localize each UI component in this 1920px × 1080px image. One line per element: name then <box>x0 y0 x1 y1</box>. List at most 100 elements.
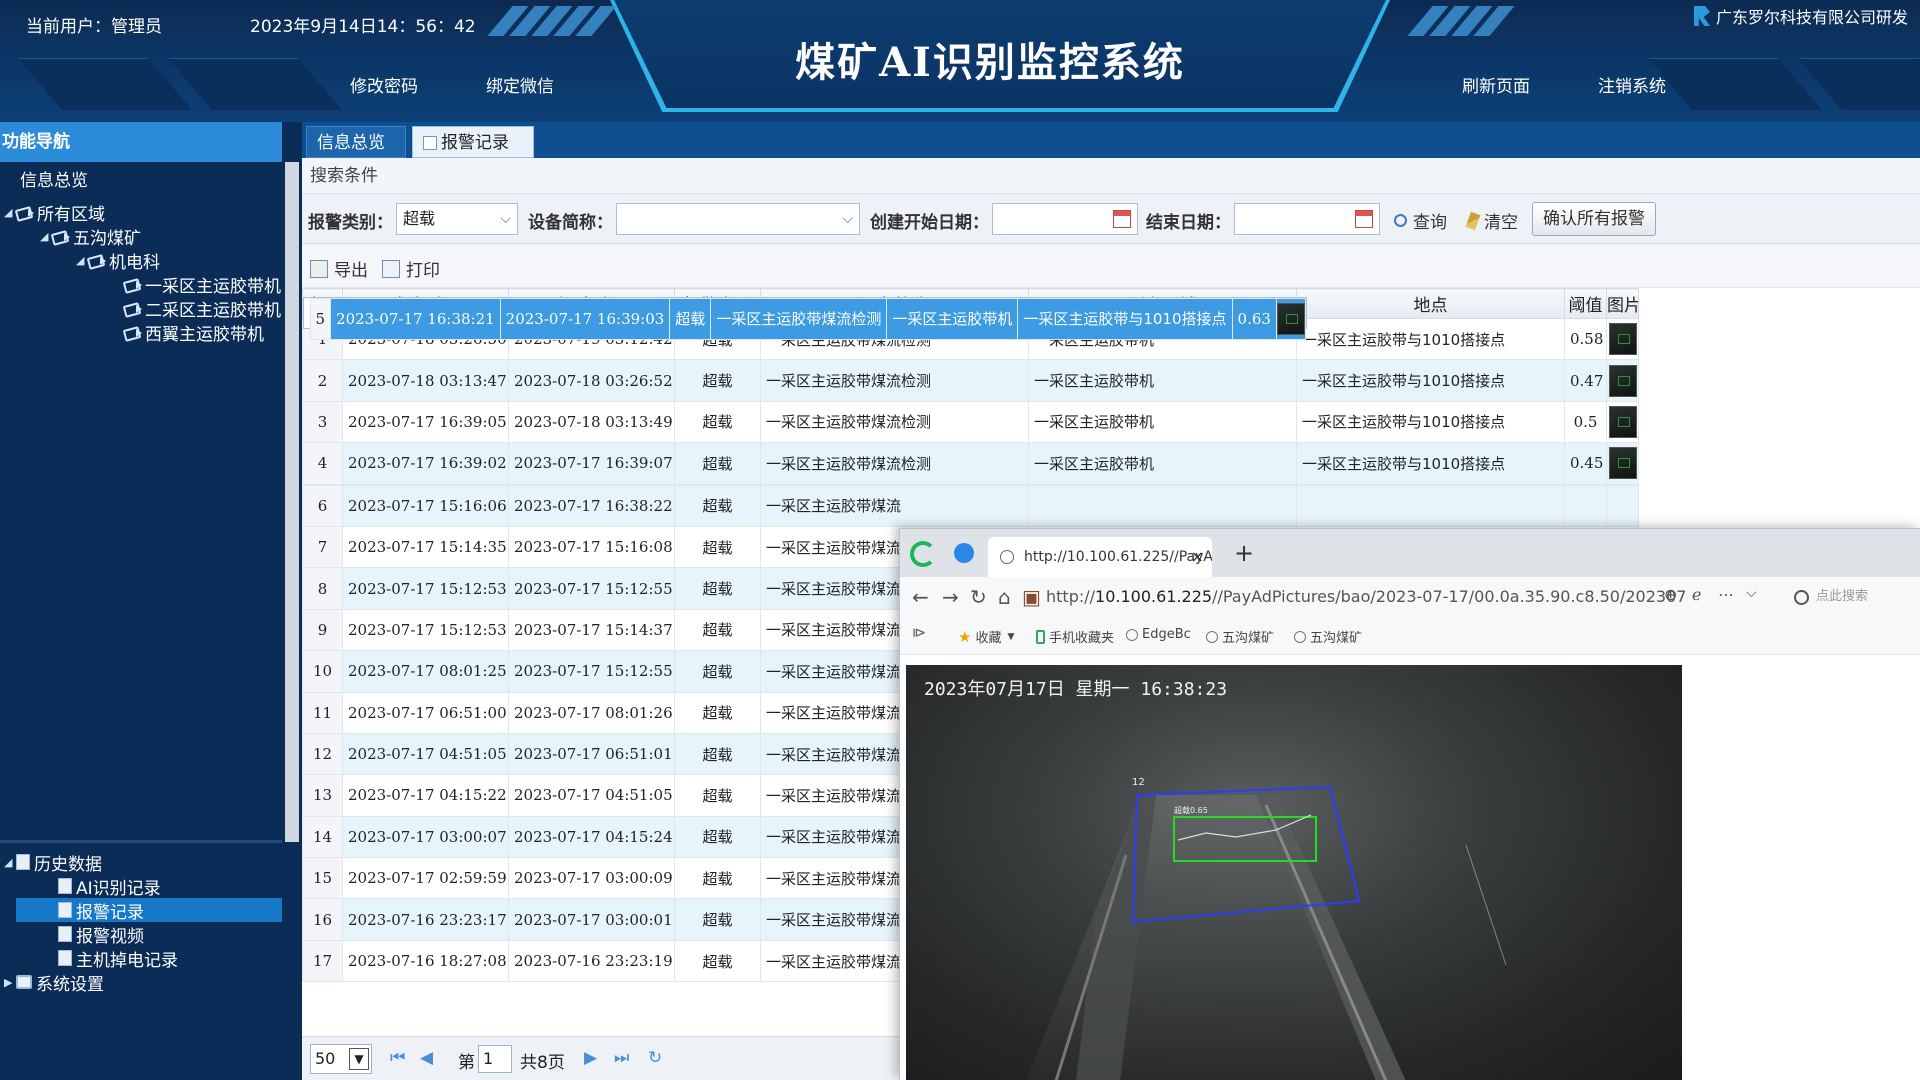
row-index: 5 <box>309 297 332 341</box>
close-icon[interactable]: × <box>1191 537 1204 577</box>
column-header[interactable]: 地点 <box>1296 288 1565 319</box>
fav-mine-1[interactable]: 五沟煤矿 <box>1206 627 1274 646</box>
url-host: 10.100.61.225 <box>1095 587 1213 606</box>
next-page-icon[interactable]: ▶ <box>584 1048 597 1068</box>
camera-icon <box>16 205 34 219</box>
export-button[interactable]: 导出 <box>310 256 368 281</box>
shield-icon[interactable] <box>954 543 974 563</box>
tab-overview[interactable]: 信息总览× <box>306 126 406 184</box>
alarm-type-select[interactable]: 超载 ⌵ <box>396 203 518 235</box>
page-number-input[interactable]: 1 <box>478 1045 512 1073</box>
snapshot-thumbnail[interactable] <box>1277 303 1305 336</box>
prev-page-icon[interactable]: ◀ <box>420 1048 433 1068</box>
snapshot-thumbnail[interactable] <box>1608 364 1637 397</box>
location: 一采区主运胶带与1010搭接点 <box>1296 317 1565 361</box>
fav-edge[interactable]: EdgeBc <box>1126 627 1191 642</box>
tree-node-dept[interactable]: ◢ 机电科 <box>76 248 160 273</box>
clear-button[interactable]: 清空 <box>1465 208 1518 233</box>
home-icon[interactable]: ⌂ <box>998 585 1011 609</box>
clear-time: 2023-07-17 15:12:55 <box>508 567 675 610</box>
table-row[interactable]: 4 2023-07-17 16:39:02 2023-07-17 16:39:07 超… <box>302 442 1639 485</box>
picture-cell <box>1606 442 1639 485</box>
compat-icon[interactable]: ℯ <box>1692 585 1701 604</box>
column-header[interactable]: 图片 <box>1606 288 1639 319</box>
threshold: 0.63 <box>1231 297 1277 341</box>
browser-search-input[interactable]: 点此搜索 <box>1790 583 1915 611</box>
tree-node-settings[interactable]: ▶ 系统设置 <box>4 970 104 995</box>
table-row[interactable]: 3 2023-07-17 16:39:05 2023-07-18 03:13:49 超… <box>302 400 1639 444</box>
end-date-input[interactable] <box>1234 203 1380 235</box>
table-row[interactable]: 2 2023-07-18 03:13:47 2023-07-18 03:26:52 超… <box>302 359 1639 402</box>
back-icon[interactable]: ← <box>912 585 929 609</box>
snapshot-thumbnail[interactable] <box>1608 323 1637 356</box>
tree-node-mine[interactable]: ◢ 五沟煤矿 <box>40 224 141 249</box>
nav-item-alarm-records[interactable]: 报警记录 <box>58 898 144 923</box>
tree-label: 系统设置 <box>36 974 104 995</box>
occur-time: 2023-07-16 18:27:08 <box>342 939 509 983</box>
row-index: 13 <box>302 774 343 817</box>
fav-label: 手机收藏夹 <box>1049 631 1115 646</box>
nav-item-overview[interactable]: 信息总览 <box>20 166 88 191</box>
nav-item-power-loss[interactable]: 主机掉电记录 <box>58 946 178 971</box>
fav-mobile[interactable]: 手机收藏夹 <box>1036 627 1114 646</box>
nav-item-ai-records[interactable]: AI识别记录 <box>58 874 161 899</box>
tree-node-all-areas[interactable]: ◢ 所有区域 <box>4 200 105 225</box>
more-icon[interactable]: ⋯ <box>1718 585 1734 604</box>
first-page-icon[interactable]: ⏮ <box>390 1048 405 1068</box>
tree-node-device[interactable]: 一采区主运胶带机 <box>124 272 281 297</box>
logout-button[interactable]: 注销系统 <box>1598 72 1666 97</box>
fav-mine-2[interactable]: 五沟煤矿 <box>1294 627 1362 646</box>
confirm-all-alarms-button[interactable]: 确认所有报警 <box>1532 202 1656 236</box>
snapshot-thumbnail[interactable] <box>1608 405 1637 438</box>
refresh-icon[interactable]: ↻ <box>648 1048 662 1068</box>
calendar-icon[interactable] <box>1355 210 1373 228</box>
tree-node-device[interactable]: 二采区主运胶带机 <box>124 296 281 321</box>
bind-wechat-button[interactable]: 绑定微信 <box>486 72 554 97</box>
device-select[interactable]: ⌵ <box>616 203 860 235</box>
query-button[interactable]: 查询 <box>1394 208 1447 233</box>
address-bar[interactable]: http://10.100.61.225//PayAdPictures/bao/… <box>1046 583 1686 611</box>
page-size-value: 50 <box>315 1049 336 1068</box>
tree-node-history[interactable]: ◢ 历史数据 <box>4 850 102 875</box>
change-password-button[interactable]: 修改密码 <box>350 72 418 97</box>
collapse-icon[interactable]: ◢ <box>4 856 16 869</box>
search-icon <box>1394 214 1407 227</box>
table-row[interactable]: 6 2023-07-17 15:16:06 2023-07-17 16:38:22 超… <box>302 484 1639 527</box>
fav-collections[interactable]: ★ 收藏 ▼ <box>958 627 1014 647</box>
browser-tab[interactable]: http://10.100.61.225//PayAd × <box>988 537 1212 577</box>
page-size-select[interactable]: 50 ▼ <box>310 1044 372 1074</box>
query-label: 查询 <box>1413 213 1447 233</box>
tree-node-device[interactable]: 西翼主运胶带机 <box>124 320 264 345</box>
start-date-input[interactable] <box>992 203 1138 235</box>
snapshot-thumbnail[interactable] <box>1608 447 1637 480</box>
expand-icon[interactable]: ▶ <box>4 976 16 989</box>
row-index: 14 <box>302 815 343 859</box>
tab-alarm-records[interactable]: 报警记录× <box>412 126 534 184</box>
sidebar-scrollbar[interactable] <box>282 122 302 1080</box>
last-page-icon[interactable]: ⏭ <box>614 1048 629 1068</box>
print-button[interactable]: 打印 <box>382 256 440 281</box>
column-header[interactable]: 阈值 <box>1564 288 1607 319</box>
zone-id-label: 12 <box>1132 777 1145 788</box>
alarm-type: 超载 <box>674 484 761 527</box>
refresh-page-button[interactable]: 刷新页面 <box>1462 72 1530 97</box>
row-index: 4 <box>302 442 343 485</box>
scrollbar-thumb[interactable] <box>285 162 299 842</box>
clear-time: 2023-07-17 06:51:01 <box>508 732 675 776</box>
zoom-icon[interactable]: ⊕ <box>1664 585 1677 604</box>
chevron-down-icon[interactable]: ⌵ <box>1746 585 1757 601</box>
nav-item-alarm-videos[interactable]: 报警视频 <box>58 922 144 947</box>
occur-time: 2023-07-16 23:23:17 <box>342 898 509 941</box>
briefcase-icon[interactable]: ▣ <box>1022 585 1041 609</box>
reload-icon[interactable]: ↻ <box>970 585 987 609</box>
location: 一采区主运胶带与1010搭接点 <box>1017 297 1233 341</box>
new-tab-icon[interactable]: + <box>1234 539 1254 567</box>
row-index: 12 <box>302 732 343 776</box>
row-index: 7 <box>302 525 343 569</box>
calendar-icon[interactable] <box>1113 210 1131 228</box>
nav-item-label: 信息总览 <box>20 170 88 191</box>
sidebar-toggle-icon[interactable]: ⧐ <box>912 625 926 641</box>
table-row-selected[interactable]: 5 2023-07-17 16:38:21 2023-07-17 16:39:03 超… <box>302 297 1307 341</box>
nav-selection-highlight <box>16 898 282 922</box>
forward-icon[interactable]: → <box>942 585 959 609</box>
